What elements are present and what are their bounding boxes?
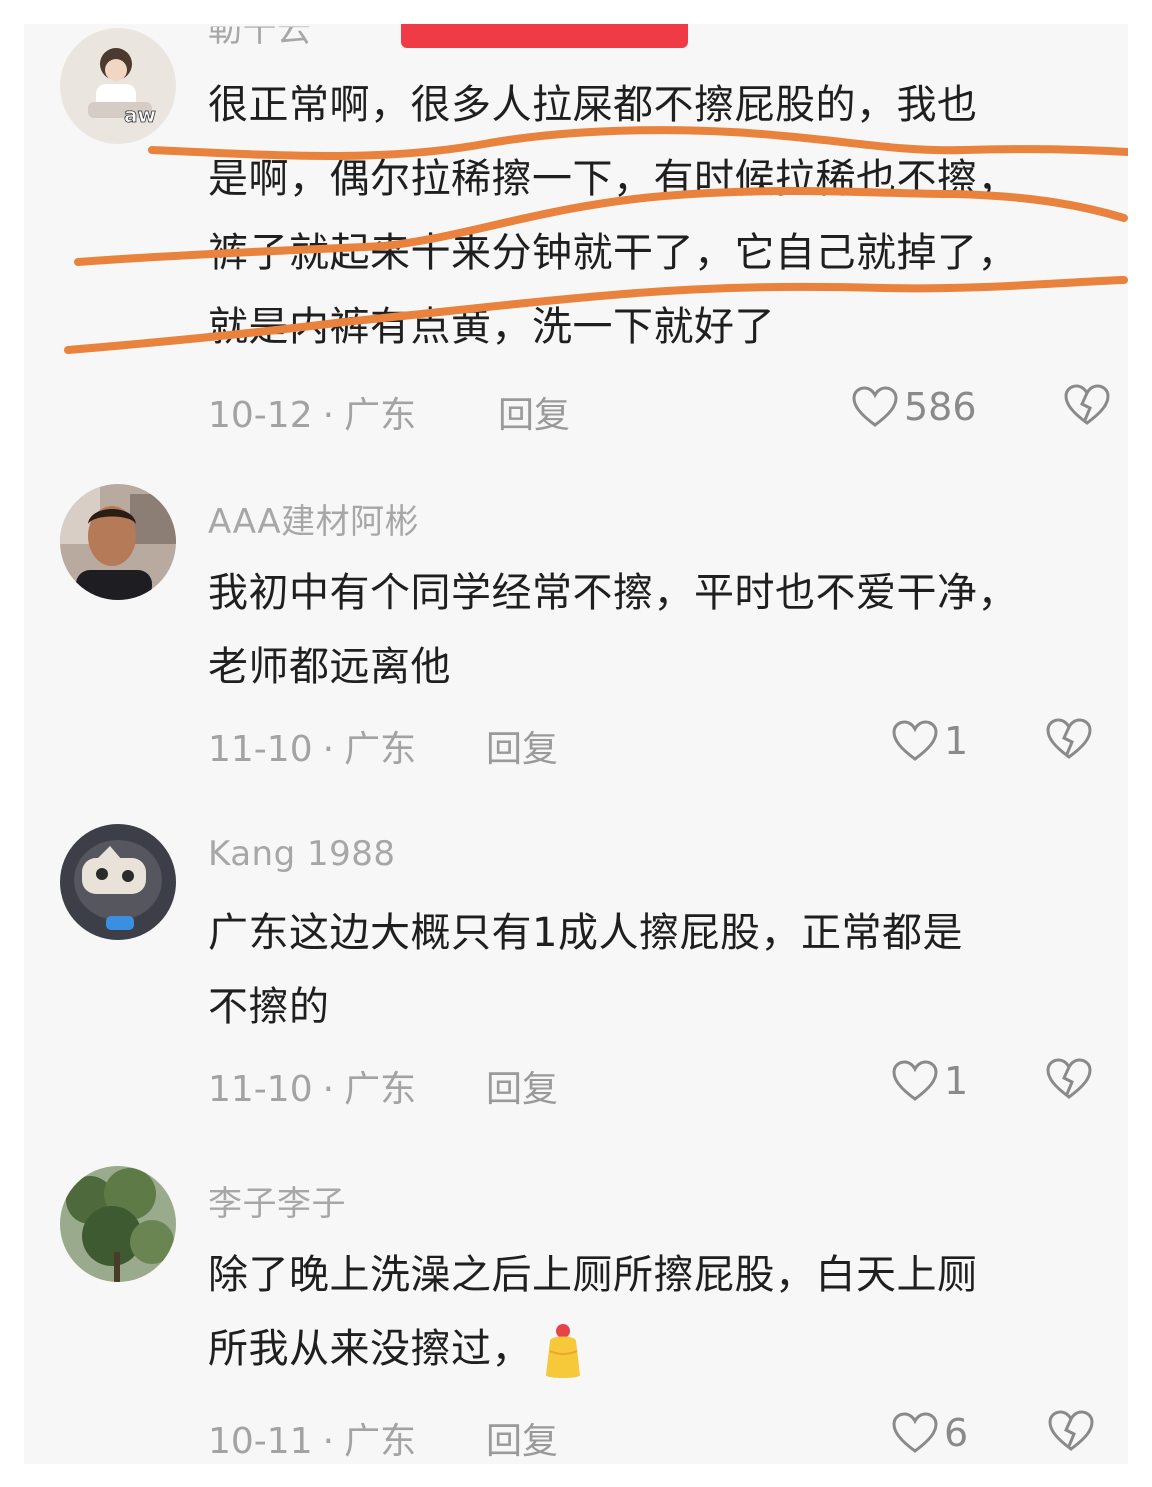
comment-date-location: 11-10 · 广东 (208, 1060, 416, 1112)
cake-emoji-icon (546, 1324, 580, 1378)
comment-text-fragment: 所我从来没擦过， (208, 1326, 532, 1372)
comment-screen: aw 勒十云 很正常啊，很多人拉屎都不擦屁股的，我也 是啊，偶尔拉稀擦一下，有时… (24, 24, 1128, 1464)
like-button[interactable]: 1 (892, 1054, 968, 1108)
broken-heart-icon[interactable] (1046, 718, 1092, 760)
reply-button[interactable]: 回复 (486, 1060, 558, 1112)
comment-location: 广东 (344, 1421, 417, 1462)
comment-date: 10-11 (208, 1421, 313, 1462)
comment-meta: 11-10 · 广东 回复 1 (208, 714, 1128, 770)
comment-text-line: 很正常啊，很多人拉屎都不擦屁股的，我也 (208, 82, 978, 128)
comment-date: 11-10 (208, 1069, 313, 1110)
reply-button[interactable]: 回复 (486, 1412, 558, 1464)
svg-text:aw: aw (124, 103, 156, 127)
like-count: 1 (944, 719, 969, 763)
broken-heart-icon[interactable] (1048, 1410, 1094, 1452)
comment-username[interactable]: 李子李子 (208, 1176, 346, 1225)
like-button[interactable]: 586 (852, 380, 977, 434)
broken-heart-icon[interactable] (1046, 1058, 1092, 1100)
comment-location: 广东 (344, 1069, 417, 1110)
like-count: 6 (944, 1411, 969, 1455)
comment-text: 很正常啊，很多人拉屎都不擦屁股的，我也 是啊，偶尔拉稀擦一下，有时候拉稀也不擦，… (208, 68, 1128, 364)
comment-text-line: 广东这边大概只有1成人擦屁股，正常都是 (208, 910, 963, 956)
comment-meta: 11-10 · 广东 回复 1 (208, 1054, 1128, 1110)
comment-text-line: 老师都远离他 (208, 644, 451, 690)
comment-date-location: 11-10 · 广东 (208, 720, 416, 772)
heart-icon (892, 720, 938, 761)
meta-separator: · (322, 1421, 335, 1462)
like-button[interactable]: 6 (892, 1406, 968, 1460)
comment-text: 我初中有个同学经常不擦，平时也不爱干净， 老师都远离他 (208, 556, 1128, 704)
comment-location: 广东 (344, 729, 417, 770)
comment-username[interactable]: 勒十云 (208, 27, 312, 52)
avatar-man-icon[interactable] (60, 484, 176, 600)
comment-text-line: 就是内裤有点黄，洗一下就好了 (208, 304, 775, 350)
comment-text: 广东这边大概只有1成人擦屁股，正常都是 不擦的 (208, 896, 1128, 1044)
comment-meta: 10-12 · 广东 回复 586 (208, 380, 1128, 436)
meta-separator: · (322, 729, 335, 770)
reply-button[interactable]: 回复 (486, 720, 558, 772)
comment-username[interactable]: Kang 1988 (208, 834, 396, 874)
comment-text-line: 我初中有个同学经常不擦，平时也不爱干净， (208, 570, 1018, 616)
comment-date: 10-12 (208, 395, 313, 436)
heart-icon (852, 386, 898, 427)
comment-text-line: 不擦的 (208, 984, 330, 1030)
comment-date-location: 10-11 · 广东 (208, 1412, 416, 1464)
comment-text-line: 所我从来没擦过， (208, 1312, 1128, 1386)
reply-button[interactable]: 回复 (498, 386, 570, 438)
top-red-bar (401, 24, 688, 48)
comment-text: 除了晚上洗澡之后上厕所擦屁股，白天上厕 所我从来没擦过， (208, 1238, 1128, 1386)
heart-icon (892, 1060, 938, 1101)
avatar-girl-icon[interactable]: aw (60, 28, 176, 144)
comment-text-line: 是啊，偶尔拉稀擦一下，有时候拉稀也不擦， (208, 156, 1018, 202)
like-count: 586 (904, 385, 977, 429)
comment-text-line: 裤子就起来十来分钟就干了，它自己就掉了， (208, 230, 1018, 276)
like-button[interactable]: 1 (892, 714, 968, 768)
like-count: 1 (944, 1059, 969, 1103)
comment-username[interactable]: AAA建材阿彬 (208, 494, 419, 543)
comment-location: 广东 (344, 395, 417, 436)
meta-separator: · (322, 1069, 335, 1110)
heart-icon (892, 1412, 938, 1453)
comment-text-line: 除了晚上洗澡之后上厕所擦屁股，白天上厕 (208, 1252, 978, 1298)
broken-heart-icon[interactable] (1064, 384, 1110, 426)
comment-date-location: 10-12 · 广东 (208, 386, 416, 438)
comment-meta: 10-11 · 广东 回复 6 (208, 1406, 1128, 1462)
avatar-cartoon-icon[interactable] (60, 824, 176, 940)
comment-date: 11-10 (208, 729, 313, 770)
avatar-tree-icon[interactable] (60, 1166, 176, 1282)
meta-separator: · (322, 395, 335, 436)
